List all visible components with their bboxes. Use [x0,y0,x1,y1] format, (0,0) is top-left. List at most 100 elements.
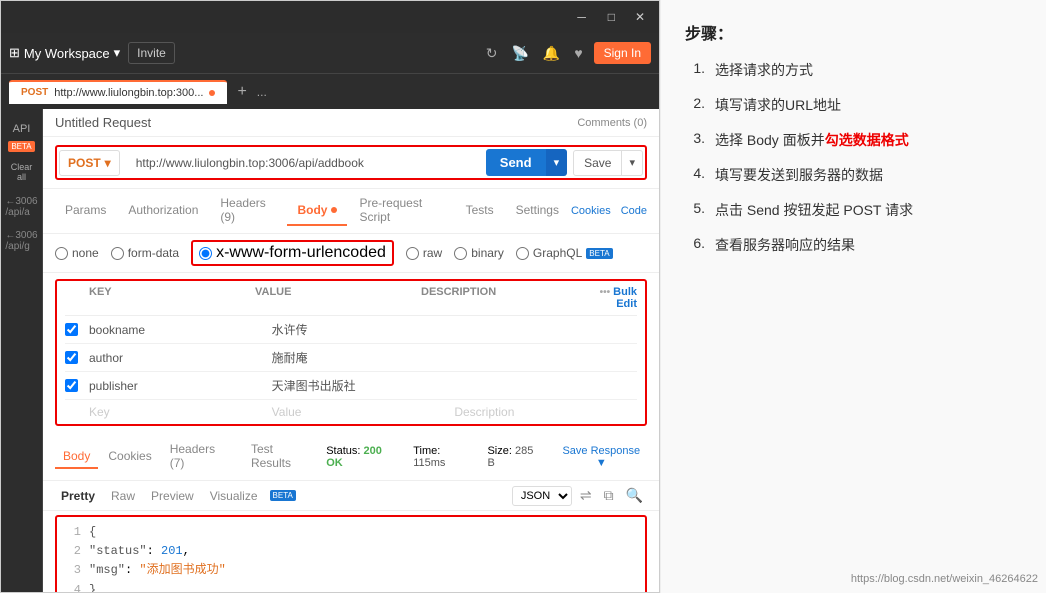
graphql-radio[interactable] [516,247,529,260]
raw-tab[interactable]: Raw [105,486,141,506]
none-radio[interactable] [55,247,68,260]
step-5-num: 5. [685,200,705,216]
csdn-link[interactable]: https://blog.csdn.net/weixin_46264622 [851,573,1038,585]
json-line-4: 4 } [65,581,637,592]
sidebar-api-item[interactable]: API BETA [4,117,40,152]
instructions-panel: 步骤： 1. 选择请求的方式 2. 填写请求的URL地址 3. 选择 Body … [660,0,1046,593]
headers-tab[interactable]: Headers (9) [210,189,285,233]
row3-checkbox[interactable] [65,379,78,392]
workspace-label: My Workspace [24,46,110,61]
format-select[interactable]: JSON [512,486,572,506]
auth-tab[interactable]: Authorization [118,196,208,226]
params-tab[interactable]: Params [55,196,116,226]
form-data-option[interactable]: form-data [111,246,179,260]
radio-icon[interactable]: 📡 [508,42,531,65]
row1-checkbox-wrap[interactable] [65,323,89,336]
method-select[interactable]: POST ▾ [59,150,120,176]
form-data-label: form-data [128,246,179,260]
raw-radio[interactable] [406,247,419,260]
row3-value: 天津图书出版社 [272,377,455,394]
graphql-label: GraphQL [533,246,582,260]
wrap-icon[interactable]: ⇌ [576,485,596,506]
tests-label: Tests [466,203,494,217]
url-input[interactable] [126,150,480,176]
save-button[interactable]: Save [573,150,622,176]
workspace-chevron-icon: ▾ [114,45,121,61]
bell-icon[interactable]: 🔔 [540,42,563,65]
line-num-1: 1 [65,523,81,542]
json-open-brace: { [89,523,96,542]
tab-more-button[interactable]: ... [257,85,267,99]
instructions-list: 1. 选择请求的方式 2. 填写请求的URL地址 3. 选择 Body 面板并勾… [685,60,1022,256]
clear-all-button[interactable]: Clear all [4,156,40,188]
visualize-tab[interactable]: Visualize [204,486,264,506]
sidebar: API BETA Clear all ←3006/api/a ←3006/api… [1,109,43,592]
resp-body-tab[interactable]: Body [55,445,98,469]
status-ok: 200 OK [326,445,382,469]
preview-tab[interactable]: Preview [145,486,200,506]
code-link[interactable]: Code [621,205,647,217]
params-label: Params [65,203,106,217]
resp-headers-tab[interactable]: Headers (7) [162,438,241,476]
desc-placeholder: Description [454,405,637,419]
row2-checkbox-wrap[interactable] [65,351,89,364]
body-label: Body [297,203,327,217]
xwww-option-highlight[interactable]: x-www-form-urlencoded [191,240,394,266]
resp-testresults-tab[interactable]: Test Results [243,438,324,476]
save-dropdown[interactable]: ▾ [622,150,643,176]
pretty-tab[interactable]: Pretty [55,486,101,506]
postman-window: － □ ✕ ⊞ My Workspace ▾ Invite ↻ 📡 🔔 ♥ Si… [0,0,660,593]
tests-tab[interactable]: Tests [456,196,504,226]
none-option[interactable]: none [55,246,99,260]
size-label: Size: 285 B [487,445,543,469]
value-placeholder: Value [272,405,455,419]
minimize-button[interactable]: － [570,7,594,28]
key-col-header: KEY [89,286,255,310]
send-button[interactable]: Send [486,149,546,176]
invite-button[interactable]: Invite [128,42,175,64]
comments-link[interactable]: Comments (0) [577,117,647,129]
row3-checkbox-wrap[interactable] [65,379,89,392]
xwww-radio[interactable] [199,247,212,260]
copy-icon[interactable]: ⧉ [600,485,618,506]
cookies-link[interactable]: Cookies [571,205,611,217]
workspace-selector[interactable]: ⊞ My Workspace ▾ [9,45,120,61]
maximize-button[interactable]: □ [602,8,621,26]
send-dropdown[interactable]: ▾ [546,149,568,176]
binary-option[interactable]: binary [454,246,504,260]
binary-radio[interactable] [454,247,467,260]
search-icon[interactable]: 🔍 [622,485,647,506]
sign-in-button[interactable]: Sign In [594,42,651,64]
beta-badge: BETA [8,141,34,152]
step-4-num: 4. [685,165,705,181]
row1-checkbox[interactable] [65,323,78,336]
none-label: none [72,246,99,260]
raw-option[interactable]: raw [406,246,442,260]
save-button-group: Save ▾ [573,150,643,176]
heart-icon[interactable]: ♥ [571,42,585,64]
step-3: 3. 选择 Body 面板并勾选数据格式 [685,130,1022,151]
body-tab[interactable]: Body [287,196,347,226]
sidebar-history-2[interactable]: ←3006/api/g [3,226,39,256]
form-row-2: author 施耐庵 [65,344,637,372]
status-info: Status: 200 OK Time: 115ms Size: 285 B S… [326,445,647,469]
prerequest-tab[interactable]: Pre-request Script [349,189,453,233]
new-tab-button[interactable]: + [231,83,252,101]
check-col-header [65,286,89,310]
workspace-grid-icon: ⊞ [9,45,20,61]
save-response-button[interactable]: Save Response ▼ [556,445,647,469]
form-data-radio[interactable] [111,247,124,260]
close-button[interactable]: ✕ [629,8,651,26]
resp-headers-label: Headers (7) [170,442,215,470]
settings-tab[interactable]: Settings [506,196,569,226]
resp-cookies-tab[interactable]: Cookies [100,445,159,469]
empty-form-row: Key Value Description [65,400,637,424]
row2-checkbox[interactable] [65,351,78,364]
bulk-edit-link[interactable]: Bulk Edit [613,286,637,310]
sync-icon[interactable]: ↻ [483,42,501,65]
sidebar-history-1[interactable]: ←3006/api/a [3,192,39,222]
active-tab[interactable]: POST http://www.liulongbin.top:300... [9,80,227,104]
url-bar: POST ▾ Send ▾ Save ▾ [55,145,647,180]
form-data-table: KEY VALUE DESCRIPTION ••• Bulk Edit book… [55,279,647,426]
graphql-option[interactable]: GraphQL BETA [516,246,613,260]
